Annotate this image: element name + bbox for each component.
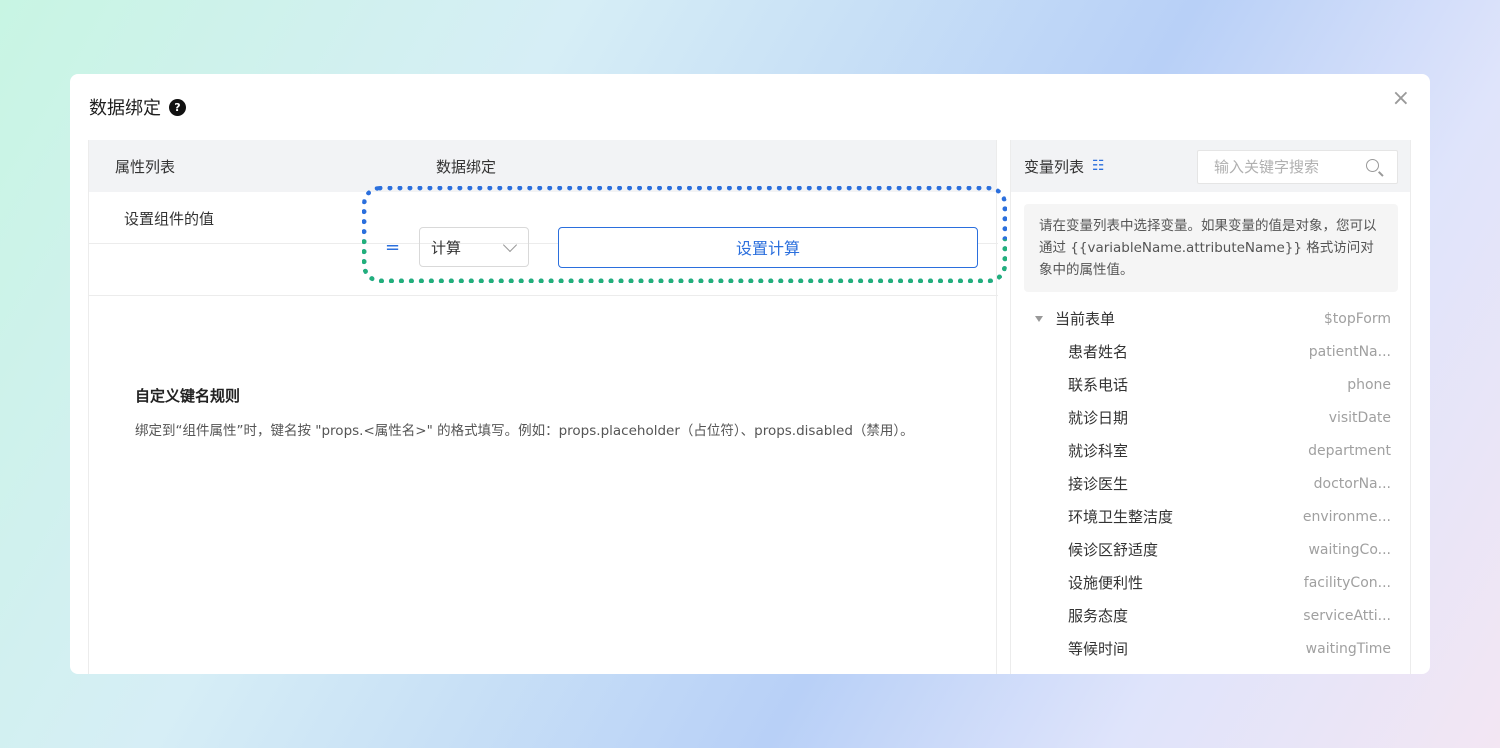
tree-item[interactable]: 设施便利性 facilityCon... <box>1011 566 1411 599</box>
set-calculation-button[interactable]: 设置计算 <box>558 226 978 268</box>
binding-type-select[interactable]: 计算 <box>419 227 529 267</box>
tree-item[interactable]: 接诊医生 doctorNa... <box>1011 467 1411 500</box>
tree-item-key: phone <box>1347 376 1391 393</box>
tree-root-label: 当前表单 <box>1055 310 1116 328</box>
tree-item-label: 服务态度 <box>1068 607 1129 625</box>
select-value: 计算 <box>431 238 462 257</box>
tree-item-label: 候诊区舒适度 <box>1068 541 1159 559</box>
tree-item-key: visitDate <box>1328 409 1391 426</box>
tree-item-label: 就诊科室 <box>1068 442 1129 460</box>
modal-title-text: 数据绑定 <box>89 98 161 119</box>
tree-item[interactable]: 等候时间 waitingTime <box>1011 632 1411 665</box>
tree-item[interactable]: 就诊科室 department <box>1011 434 1411 467</box>
tree-item-key: patientNa... <box>1308 343 1391 360</box>
tree-item-key: waitingCo... <box>1308 541 1391 558</box>
variable-list-panel: 变量列表 ☷ 请在变量列表中选择变量。如果变量的值是对象，您可以通过 {{var… <box>1010 140 1411 674</box>
tree-item[interactable]: 患者姓名 patientNa... <box>1011 335 1411 368</box>
tree-item[interactable]: 环境卫生整洁度 environme... <box>1011 500 1411 533</box>
tree-item[interactable]: 服务态度 serviceAtti... <box>1011 599 1411 632</box>
tree-item-label: 患者姓名 <box>1068 343 1129 361</box>
tree-item-label: 接诊医生 <box>1068 475 1129 493</box>
property-label: 设置组件的值 <box>124 210 215 228</box>
tree-item[interactable]: 就诊日期 visitDate <box>1011 401 1411 434</box>
column-header-binding: 数据绑定 <box>436 157 497 176</box>
tree-item-label: 设施便利性 <box>1068 574 1144 592</box>
caret-down-icon[interactable] <box>1035 315 1043 322</box>
tree-item-key: doctorNa... <box>1313 475 1391 492</box>
variable-list-title: 变量列表 <box>1024 157 1085 176</box>
tree-item-key: waitingTime <box>1305 640 1391 657</box>
search-icon[interactable] <box>1366 159 1379 172</box>
rule-description: 绑定到“组件属性”时，键名按 "props.<属性名>" 的格式填写。例如：pr… <box>135 423 914 439</box>
tree-item-key: department <box>1308 442 1391 459</box>
variable-tree: 当前表单 $topForm 患者姓名 patientNa... 联系电话 phone 就… <box>1011 302 1411 674</box>
close-icon[interactable]: × <box>1392 88 1410 110</box>
column-header-properties: 属性列表 <box>115 157 176 176</box>
tree-item[interactable]: 就诊流程效率... <box>1011 665 1411 674</box>
tree-item[interactable]: 联系电话 phone <box>1011 368 1411 401</box>
rule-title: 自定义键名规则 <box>135 387 241 405</box>
equals-sign: = <box>385 236 401 258</box>
table-header: 属性列表 数据绑定 <box>89 140 996 192</box>
tree-item-key: serviceAtti... <box>1303 607 1391 624</box>
tree-item-label: 环境卫生整洁度 <box>1068 508 1174 526</box>
binding-controls: = 计算 设置计算 <box>383 216 1000 278</box>
tree-root-key: $topForm <box>1323 310 1391 327</box>
data-binding-modal: 数据绑定 ? × 属性列表 数据绑定 设置组件的值 自定义键名规则 绑定到“组件… <box>70 74 1430 674</box>
tree-item-key: ... <box>1378 674 1391 675</box>
tree-item[interactable]: 候诊区舒适度 waitingCo... <box>1011 533 1411 566</box>
variable-tip: 请在变量列表中选择变量。如果变量的值是对象，您可以通过 {{variableNa… <box>1024 204 1398 292</box>
tree-root[interactable]: 当前表单 $topForm <box>1011 302 1411 335</box>
tree-item-key: environme... <box>1302 508 1391 525</box>
search-box[interactable] <box>1197 150 1398 184</box>
modal-title: 数据绑定 ? <box>89 94 186 120</box>
tree-item-label: 就诊流程效率 <box>1068 671 1158 674</box>
chevron-down-icon <box>502 237 518 253</box>
variable-list-header: 变量列表 ☷ <box>1011 140 1410 192</box>
tree-item-label: 等候时间 <box>1068 640 1129 658</box>
tree-item-key: facilityCon... <box>1303 574 1391 591</box>
search-input[interactable] <box>1214 158 1359 176</box>
question-circle-icon[interactable]: ? <box>169 98 186 116</box>
tree-item-label: 就诊日期 <box>1068 409 1129 427</box>
tree-item-label: 联系电话 <box>1068 376 1129 394</box>
variable-icon[interactable]: ☷ <box>1092 158 1105 174</box>
